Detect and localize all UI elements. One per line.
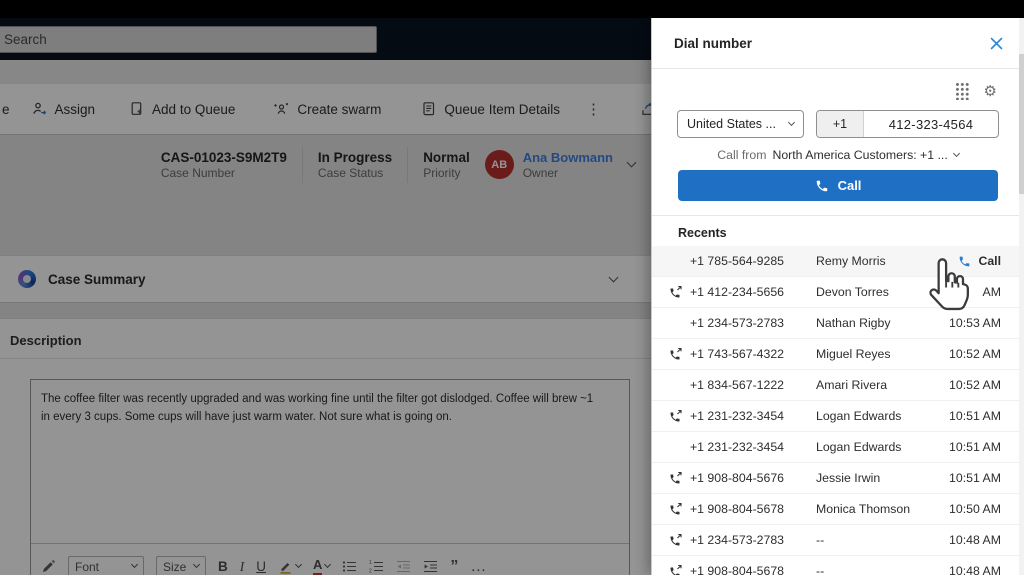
recent-phone-number: +1 231-232-3454 (690, 440, 785, 454)
call-from-label: Call from (717, 148, 767, 162)
phone-icon (815, 179, 829, 193)
recent-phone-number: +1 908-804-5678 (690, 564, 785, 575)
dialpad-icon[interactable] (954, 82, 969, 100)
close-icon[interactable] (990, 37, 1003, 50)
main-app-region: Search e Assign Add to Queue Create swar… (0, 0, 651, 575)
recent-call-time: 10:51 AM (949, 471, 1001, 485)
recent-phone-number: +1 412-234-5656 (690, 285, 785, 299)
recent-contact-name: Logan Edwards (816, 440, 902, 454)
recent-contact-name: Monica Thomson (816, 502, 911, 516)
recent-call-time: 10:51 AM (949, 409, 1001, 423)
recent-call-row[interactable]: +1 908-804-5676 Jessie Irwin 10:51 AM (652, 463, 1024, 494)
recent-call-time: 10:52 AM (949, 378, 1001, 392)
outgoing-call-icon (669, 564, 690, 575)
recent-call-time: AM (982, 285, 1001, 299)
country-select[interactable]: United States ... (677, 110, 804, 138)
app-window: Search e Assign Add to Queue Create swar… (0, 0, 1024, 575)
recent-call-row[interactable]: +1 908-804-5678 -- 10:48 AM (652, 556, 1024, 575)
call-from-selector[interactable]: Call from North America Customers: +1 ..… (652, 148, 1024, 162)
outgoing-call-icon (669, 409, 690, 423)
recent-call-row[interactable]: +1 234-573-2783 -- 10:48 AM (652, 525, 1024, 556)
recent-phone-number: +1 234-573-2783 (690, 533, 785, 547)
recent-phone-number: +1 785-564-9285 (690, 254, 785, 268)
chevron-down-icon (787, 118, 796, 126)
row-call-label: Call (978, 254, 1001, 268)
recent-call-row[interactable]: +1 834-567-1222 Amari Rivera 10:52 AM (652, 370, 1024, 401)
call-button-label: Call (837, 178, 862, 193)
recent-phone-number: +1 743-567-4322 (690, 347, 785, 361)
recent-call-time: 10:48 AM (949, 564, 1001, 575)
recent-contact-name: Jessie Irwin (816, 471, 881, 485)
phone-number-input[interactable]: 412-323-4564 (864, 111, 998, 137)
chevron-down-icon (952, 149, 960, 157)
country-code-prefix: +1 (817, 111, 864, 137)
outgoing-call-icon (669, 285, 690, 299)
recent-call-row[interactable]: +1 231-232-3454 Logan Edwards 10:51 AM (652, 432, 1024, 463)
call-button[interactable]: Call (678, 170, 998, 201)
recent-contact-name: Miguel Reyes (816, 347, 891, 361)
dim-overlay (0, 0, 651, 575)
recent-contact-name: Amari Rivera (816, 378, 888, 392)
panel-title: Dial number (674, 35, 753, 51)
recent-call-row[interactable]: +1 231-232-3454 Logan Edwards 10:51 AM (652, 401, 1024, 432)
recent-contact-name: -- (816, 533, 825, 547)
scrollbar-thumb[interactable] (1019, 54, 1024, 194)
recent-phone-number: +1 908-804-5676 (690, 471, 785, 485)
gear-icon[interactable]: ⚙ (984, 84, 997, 99)
recent-phone-number: +1 834-567-1222 (690, 378, 785, 392)
recent-phone-number: +1 908-804-5678 (690, 502, 785, 516)
recent-contact-name: Logan Edwards (816, 409, 902, 423)
recent-phone-number: +1 234-573-2783 (690, 316, 785, 330)
outgoing-call-icon (669, 471, 690, 485)
recent-call-time: 10:51 AM (949, 440, 1001, 454)
outgoing-call-icon (669, 533, 690, 547)
outgoing-call-icon (669, 502, 690, 516)
panel-scrollbar[interactable] (1019, 18, 1024, 575)
recents-heading: Recents (678, 226, 727, 240)
call-from-value: North America Customers: +1 ... (772, 148, 948, 162)
recent-contact-name: -- (816, 564, 825, 575)
mouse-cursor-hand (925, 256, 973, 314)
recent-call-time: 10:50 AM (949, 502, 1001, 516)
phone-number-field: +1 412-323-4564 (816, 110, 999, 138)
recent-call-time: 10:53 AM (949, 316, 1001, 330)
recent-contact-name: Nathan Rigby (816, 316, 891, 330)
recent-phone-number: +1 231-232-3454 (690, 409, 785, 423)
recent-call-row[interactable]: +1 743-567-4322 Miguel Reyes 10:52 AM (652, 339, 1024, 370)
recent-call-row[interactable]: +1 908-804-5678 Monica Thomson 10:50 AM (652, 494, 1024, 525)
recent-call-time: 10:52 AM (949, 347, 1001, 361)
outgoing-call-icon (669, 347, 690, 361)
recent-call-time: 10:48 AM (949, 533, 1001, 547)
